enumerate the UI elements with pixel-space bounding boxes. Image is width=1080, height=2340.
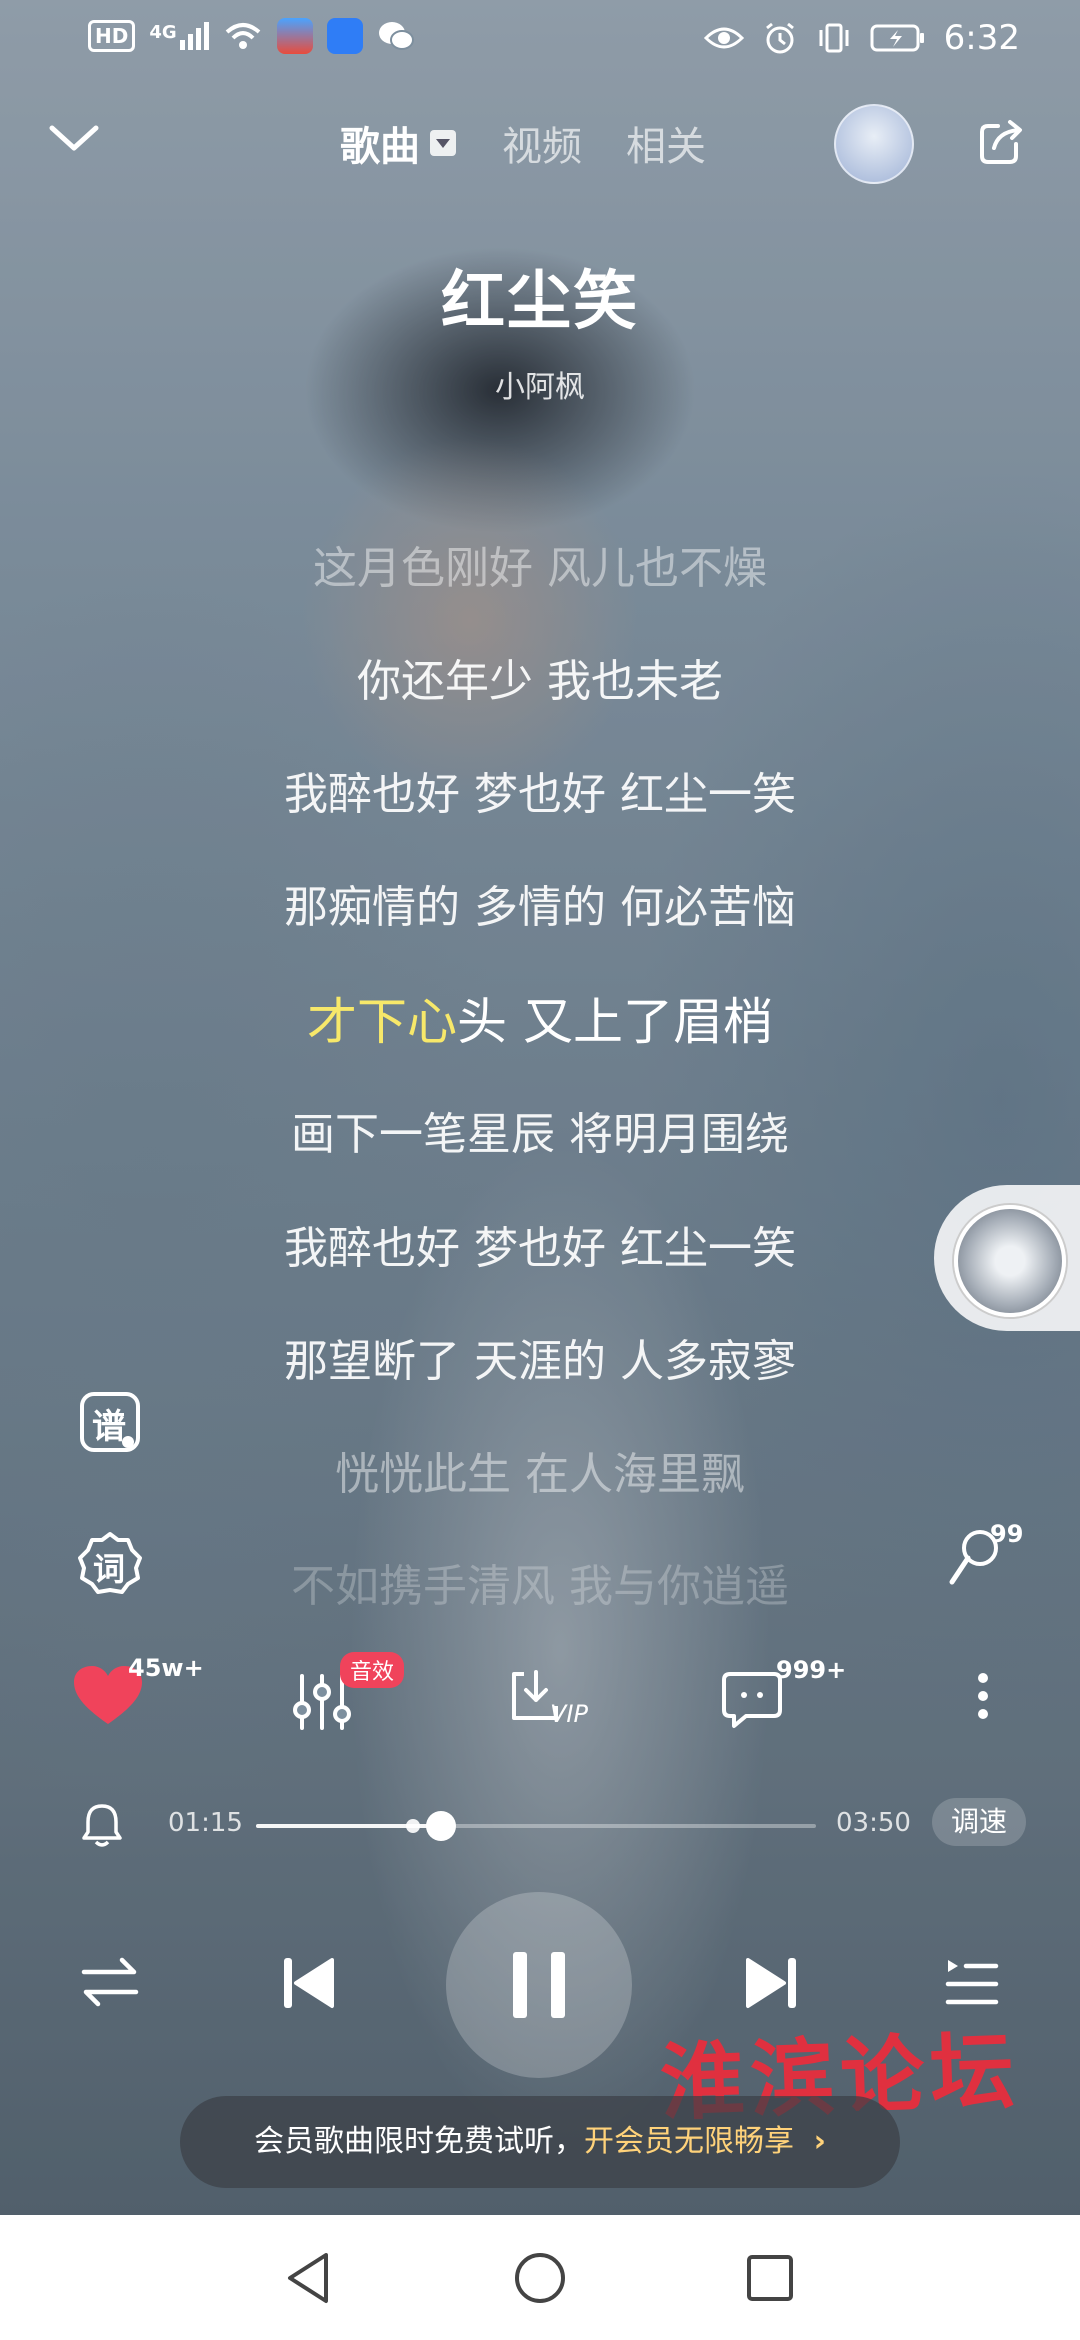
download-vip-label: VIP — [550, 1700, 588, 1728]
alarm-icon — [765, 22, 794, 54]
progress-row: 01:15 03:50 调速 — [0, 1790, 1080, 1860]
lyrics-tools-label: 词 — [93, 1550, 126, 1588]
sound-effects-button[interactable]: 音效 — [290, 1650, 420, 1740]
nav-recents-icon[interactable] — [746, 2254, 794, 2302]
like-button[interactable]: 45w+ — [72, 1650, 222, 1740]
lyric-line: 那痴情的 多情的 何必苦恼 — [284, 882, 796, 933]
status-bar: HD 4G 6:32 — [0, 0, 1080, 80]
sound-effects-badge: 音效 — [340, 1652, 405, 1688]
tab-dropdown-caret-icon[interactable] — [430, 130, 456, 156]
signal-icon: 4G — [149, 22, 209, 50]
tab-related[interactable]: 相关 — [626, 114, 706, 172]
sheet-music-label: 谱 — [92, 1407, 126, 1447]
current-time: 01:15 — [168, 1808, 243, 1838]
lyric-line: 恍恍此生 在人海里飘 — [335, 1449, 745, 1500]
battery-icon — [870, 24, 924, 52]
nav-home-icon[interactable] — [513, 2251, 567, 2305]
share-icon[interactable] — [976, 118, 1028, 166]
download-button[interactable]: VIP — [506, 1650, 606, 1740]
collapse-chevron-down-icon[interactable] — [46, 118, 102, 158]
promo-chevron-right-icon: › — [813, 2124, 826, 2159]
progress-slider[interactable] — [256, 1811, 816, 1841]
clock: 6:32 — [943, 18, 1020, 58]
progress-thumb[interactable] — [426, 1811, 457, 1841]
lyric-line: 不如携手清风 我与你逍遥 — [291, 1561, 789, 1612]
more-options-button[interactable] — [958, 1650, 1008, 1740]
lyrics-tools-button[interactable]: 词 — [76, 1530, 142, 1594]
album-cover-thumbnail[interactable] — [834, 104, 914, 184]
song-artist[interactable]: 小阿枫 — [0, 362, 1080, 406]
like-count: 45w+ — [128, 1654, 204, 1682]
lyric-sung-part: 才下心 — [307, 993, 458, 1051]
comment-mic-count: 99 — [990, 1520, 1024, 1548]
bulb-notification-icon — [326, 18, 363, 54]
play-mode-sequential-icon[interactable] — [80, 1956, 140, 2008]
playback-speed-button[interactable]: 调速 — [932, 1798, 1026, 1846]
nav-back-icon[interactable] — [284, 2251, 334, 2305]
comments-button[interactable]: 999+ — [720, 1650, 850, 1740]
total-time: 03:50 — [836, 1808, 911, 1838]
pause-button[interactable] — [446, 1892, 632, 2078]
lyric-unsung-part: 头 又上了眉梢 — [457, 993, 773, 1051]
eye-icon — [703, 27, 744, 49]
comments-count: 999+ — [776, 1656, 847, 1684]
lyric-line: 画下一笔星辰 将明月围绕 — [291, 1109, 789, 1160]
playlist-icon[interactable] — [944, 1954, 1000, 2010]
app-notification-icon — [276, 18, 313, 54]
player-top-nav: 歌曲 视频 相关 — [0, 100, 1080, 184]
lyric-line: 你还年少 我也未老 — [357, 656, 723, 707]
sheet-music-button[interactable]: 谱 — [78, 1390, 142, 1454]
song-title: 红尘笑 — [441, 265, 639, 339]
vip-promo-banner[interactable]: 会员歌曲限时免费试听，开会员无限畅享 › — [180, 2096, 900, 2188]
pause-icon — [513, 1952, 565, 2018]
lyric-line: 我醉也好 梦也好 红尘一笑 — [284, 1223, 796, 1274]
hd-badge: HD — [88, 20, 136, 52]
tab-videos[interactable]: 视频 — [502, 114, 582, 172]
floating-disc-widget[interactable] — [934, 1185, 1080, 1331]
lyric-line-current: 才下心头 又上了眉梢 — [0, 982, 1080, 1054]
comment-mic-button[interactable]: 99 — [944, 1520, 1024, 1596]
promo-link[interactable]: 开会员无限畅享 — [584, 2124, 794, 2159]
next-track-icon[interactable] — [744, 1954, 800, 2012]
promo-text: 会员歌曲限时免费试听， — [254, 2124, 585, 2159]
wechat-icon — [378, 22, 414, 50]
lyric-line: 这月色刚好 风儿也不燥 — [313, 543, 767, 594]
vibrate-icon — [819, 23, 849, 53]
tab-songs[interactable]: 歌曲 — [340, 114, 420, 172]
system-navigation-bar — [0, 2215, 1080, 2340]
progress-buffer-marker — [405, 1819, 420, 1833]
previous-track-icon[interactable] — [280, 1954, 336, 2012]
wifi-icon — [225, 23, 260, 49]
bell-icon[interactable] — [80, 1800, 124, 1848]
player-tabs: 歌曲 视频 相关 — [340, 114, 750, 172]
action-row: 45w+ 音效 VIP 999+ — [0, 1650, 1080, 1740]
floating-disc-cover — [954, 1205, 1066, 1317]
lyric-line: 那望断了 天涯的 人多寂寥 — [284, 1336, 796, 1387]
more-vertical-icon — [978, 1673, 988, 1719]
lyric-line: 我醉也好 梦也好 红尘一笑 — [284, 769, 796, 820]
